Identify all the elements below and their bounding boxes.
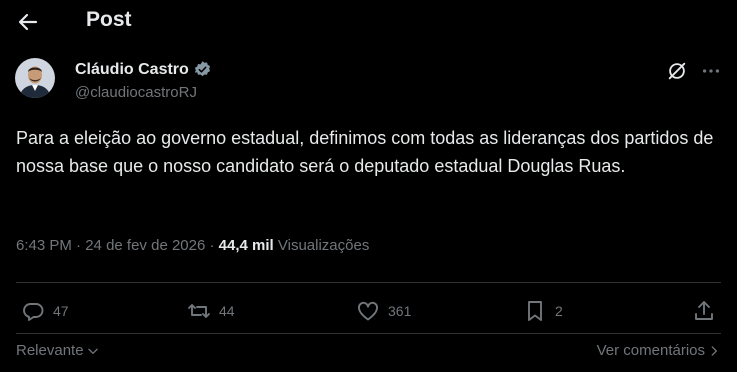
meta-separator: · — [71, 237, 86, 254]
repost-button[interactable]: 44 — [187, 298, 235, 324]
top-bar: Post — [0, 0, 737, 46]
divider — [16, 333, 721, 334]
sort-dropdown[interactable]: Relevante — [16, 342, 100, 359]
like-count: 361 — [388, 303, 412, 319]
author-name[interactable]: Cláudio Castro — [75, 61, 189, 79]
bookmark-count: 2 — [555, 303, 563, 319]
reply-button[interactable]: 47 — [21, 298, 69, 324]
reply-icon — [23, 303, 44, 321]
more-icon[interactable] — [700, 60, 722, 82]
meta-separator: · — [205, 237, 219, 254]
author-name-row: Cláudio Castro — [75, 60, 212, 79]
repost-icon — [188, 304, 210, 318]
avatar[interactable] — [15, 58, 55, 98]
grok-icon[interactable] — [666, 60, 688, 82]
like-icon — [358, 301, 378, 321]
tweet-date[interactable]: 24 de fev de 2026 — [85, 237, 205, 254]
page-title: Post — [86, 8, 132, 31]
verified-badge-icon — [194, 61, 210, 77]
chevron-right-icon — [711, 345, 717, 356]
share-icon — [695, 301, 713, 320]
bookmark-button[interactable]: 2 — [523, 298, 563, 324]
views-count[interactable]: 44,4 mil — [219, 237, 274, 254]
back-arrow-icon[interactable] — [16, 10, 40, 34]
views-label: Visualizações — [273, 237, 370, 254]
divider — [16, 282, 721, 283]
view-comments-label: Ver comentários — [596, 342, 705, 359]
tweet-text: Para a eleição ao governo estadual, defi… — [16, 128, 714, 176]
tweet-meta: 6:43 PM · 24 de fev de 2026 · 44,4 mil V… — [16, 237, 369, 254]
chevron-down-icon — [87, 348, 98, 354]
reply-count: 47 — [53, 303, 69, 319]
view-comments-link[interactable]: Ver comentários — [597, 342, 721, 359]
action-bar: 47 44 361 2 — [16, 298, 721, 326]
tweet-time[interactable]: 6:43 PM — [16, 237, 72, 254]
sort-label: Relevante — [16, 342, 84, 359]
like-button[interactable]: 361 — [356, 298, 411, 324]
share-button[interactable] — [692, 298, 716, 324]
repost-count: 44 — [219, 303, 235, 319]
bookmark-icon — [528, 301, 542, 321]
author-handle[interactable]: @claudiocastroRJ — [75, 84, 197, 101]
